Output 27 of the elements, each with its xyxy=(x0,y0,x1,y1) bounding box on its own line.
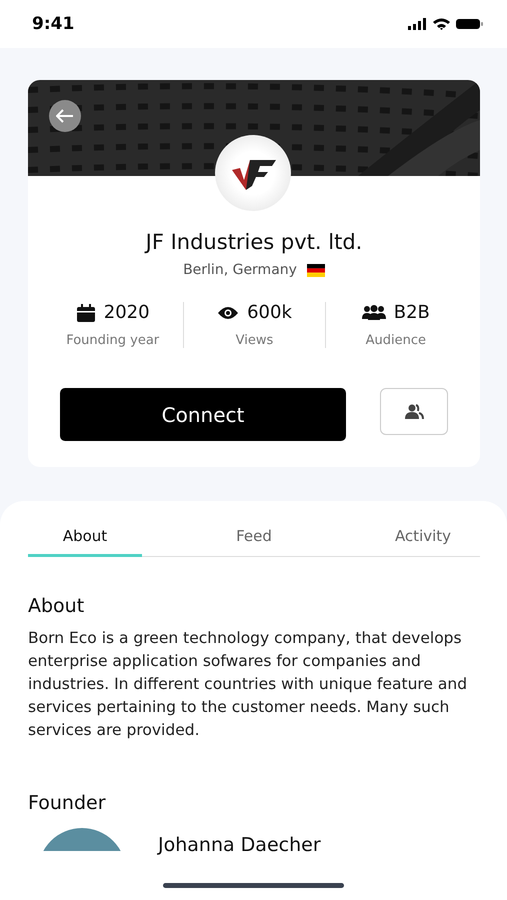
flag-icon xyxy=(306,264,325,276)
company-name: JF Industries pvt. ltd. xyxy=(144,230,364,254)
back-arrow-icon xyxy=(56,109,74,123)
tab[interactable]: Feed xyxy=(142,519,366,557)
tab[interactable]: About xyxy=(28,519,142,557)
founder-name: Johanna Daecher xyxy=(158,834,321,856)
stat-label: Views xyxy=(236,333,274,348)
users-icon xyxy=(404,404,424,420)
signal-icon xyxy=(408,18,427,30)
section-heading: Founder xyxy=(28,792,107,814)
calendar-icon xyxy=(76,302,96,322)
connect-button[interactable]: Connect xyxy=(60,388,346,441)
company-location: Berlin, Germany xyxy=(183,262,297,278)
users-icon xyxy=(362,304,386,320)
contacts-button[interactable] xyxy=(380,388,448,435)
stat-value: B2B xyxy=(394,302,430,323)
section-heading: About xyxy=(28,595,86,617)
eye-icon xyxy=(217,306,240,320)
wifi-icon xyxy=(433,18,450,30)
stat-label: Founding year xyxy=(66,333,160,348)
status-time: 9:41 xyxy=(32,14,74,34)
stat-value: 600k xyxy=(247,302,292,323)
stat-label: Audience xyxy=(366,333,426,348)
tab[interactable]: Activity xyxy=(366,519,480,557)
battery-icon xyxy=(456,18,483,30)
about-text: Born Eco is a green technology company, that develops enterprise application sofwares for companies and industries. In different countries with unique feature and services pertaining to the customer needs. Many such services are provided. xyxy=(28,628,468,741)
stat-value: 2020 xyxy=(104,302,150,323)
